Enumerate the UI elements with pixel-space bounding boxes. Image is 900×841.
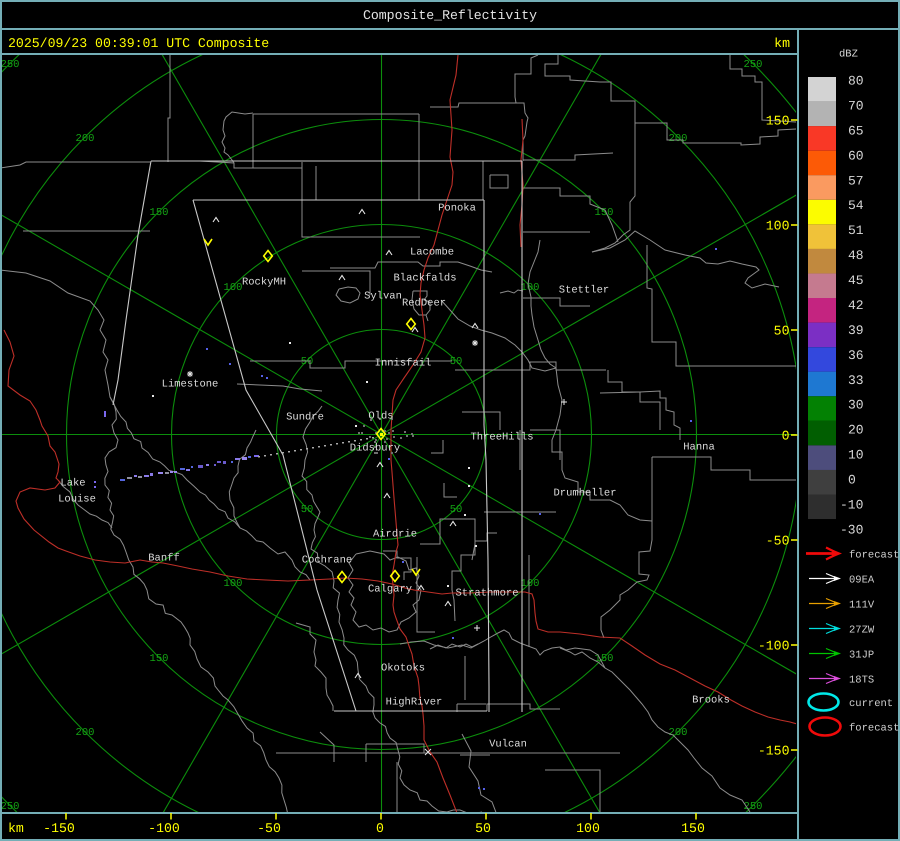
svg-text:51: 51 <box>848 223 864 238</box>
svg-text:Olds: Olds <box>368 411 393 423</box>
svg-text:Drumheller: Drumheller <box>553 488 616 500</box>
svg-text:250: 250 <box>1 801 20 813</box>
svg-text:80: 80 <box>848 74 864 89</box>
svg-text:50: 50 <box>475 821 491 836</box>
svg-text:18TS: 18TS <box>849 675 874 687</box>
svg-text:200: 200 <box>76 727 95 739</box>
svg-text:100: 100 <box>766 219 790 234</box>
svg-text:54: 54 <box>848 198 864 213</box>
svg-text:Banff: Banff <box>148 553 180 565</box>
svg-text:RedDeer: RedDeer <box>402 298 446 310</box>
svg-text:dBZ: dBZ <box>839 49 858 61</box>
svg-text:200: 200 <box>76 133 95 145</box>
svg-text:Airdrie: Airdrie <box>373 529 417 541</box>
svg-text:50: 50 <box>450 356 463 368</box>
svg-text:100: 100 <box>224 578 243 590</box>
svg-text:-150: -150 <box>758 744 790 759</box>
svg-text:Lacombe: Lacombe <box>410 247 454 259</box>
svg-text:250: 250 <box>1 59 20 71</box>
svg-text:0: 0 <box>782 429 790 444</box>
svg-text:Brooks: Brooks <box>692 695 730 707</box>
svg-text:Innisfail: Innisfail <box>375 358 432 370</box>
svg-text:100: 100 <box>521 578 540 590</box>
svg-text:Louise: Louise <box>58 494 96 506</box>
svg-text:-30: -30 <box>840 522 863 537</box>
svg-text:33: 33 <box>848 373 864 388</box>
svg-text:50: 50 <box>301 504 314 516</box>
svg-text:27ZW: 27ZW <box>849 625 875 637</box>
svg-text:50: 50 <box>774 324 790 339</box>
svg-text:0: 0 <box>848 473 856 488</box>
svg-text:Stettler: Stettler <box>559 285 609 297</box>
svg-text:150: 150 <box>766 114 790 129</box>
svg-text:-100: -100 <box>148 821 180 836</box>
svg-text:km: km <box>8 821 24 836</box>
svg-text:42: 42 <box>848 298 864 313</box>
svg-text:48: 48 <box>848 248 864 263</box>
svg-text:forecast: forecast <box>849 550 899 562</box>
svg-text:60: 60 <box>848 148 864 163</box>
svg-text:50: 50 <box>301 356 314 368</box>
svg-text:50: 50 <box>450 504 463 516</box>
svg-text:36: 36 <box>848 348 864 363</box>
svg-text:111V: 111V <box>849 600 875 612</box>
svg-text:Hanna: Hanna <box>683 442 715 454</box>
svg-text:Strathmore: Strathmore <box>455 588 518 600</box>
svg-text:-10: -10 <box>840 498 863 513</box>
svg-text:Lake: Lake <box>60 478 85 490</box>
svg-text:Blackfalds: Blackfalds <box>393 273 456 285</box>
svg-text:200: 200 <box>669 727 688 739</box>
svg-text:Didsbury: Didsbury <box>350 443 400 455</box>
svg-text:Composite_Reflectivity: Composite_Reflectivity <box>363 8 537 23</box>
svg-text:Sundre: Sundre <box>286 412 324 424</box>
svg-text:30: 30 <box>848 398 864 413</box>
svg-text:-100: -100 <box>758 639 790 654</box>
svg-text:100: 100 <box>224 282 243 294</box>
svg-text:Okotoks: Okotoks <box>381 663 425 675</box>
svg-text:Vulcan: Vulcan <box>489 739 527 751</box>
svg-text:10: 10 <box>848 448 864 463</box>
svg-text:250: 250 <box>744 59 763 71</box>
svg-text:-50: -50 <box>766 534 790 549</box>
svg-text:Limestone: Limestone <box>162 379 219 391</box>
svg-text:km: km <box>774 36 790 51</box>
svg-text:Sylvan: Sylvan <box>364 291 402 303</box>
svg-text:forecast: forecast <box>849 723 899 735</box>
svg-text:-50: -50 <box>257 821 281 836</box>
svg-text:Cochrane: Cochrane <box>302 555 352 567</box>
svg-text:100: 100 <box>576 821 600 836</box>
svg-text:20: 20 <box>848 423 864 438</box>
svg-text:31JP: 31JP <box>849 650 874 662</box>
svg-text:39: 39 <box>848 323 864 338</box>
svg-text:RockyMH: RockyMH <box>242 277 286 289</box>
svg-text:150: 150 <box>150 207 169 219</box>
svg-text:ThreeHills: ThreeHills <box>470 432 533 444</box>
svg-text:HighRiver: HighRiver <box>386 697 443 709</box>
svg-text:57: 57 <box>848 173 864 188</box>
svg-text:Ponoka: Ponoka <box>438 203 476 215</box>
svg-text:65: 65 <box>848 123 864 138</box>
svg-text:70: 70 <box>848 98 864 113</box>
svg-text:45: 45 <box>848 273 864 288</box>
svg-text:0: 0 <box>376 821 384 836</box>
svg-text:150: 150 <box>150 653 169 665</box>
svg-text:Calgary: Calgary <box>368 584 412 596</box>
svg-text:09EA: 09EA <box>849 575 875 587</box>
svg-text:150: 150 <box>595 207 614 219</box>
svg-text:current: current <box>849 698 893 710</box>
svg-text:-150: -150 <box>43 821 75 836</box>
svg-text:150: 150 <box>681 821 705 836</box>
svg-text:2025/09/23 00:39:01 UTC Compos: 2025/09/23 00:39:01 UTC Composite <box>8 36 269 51</box>
